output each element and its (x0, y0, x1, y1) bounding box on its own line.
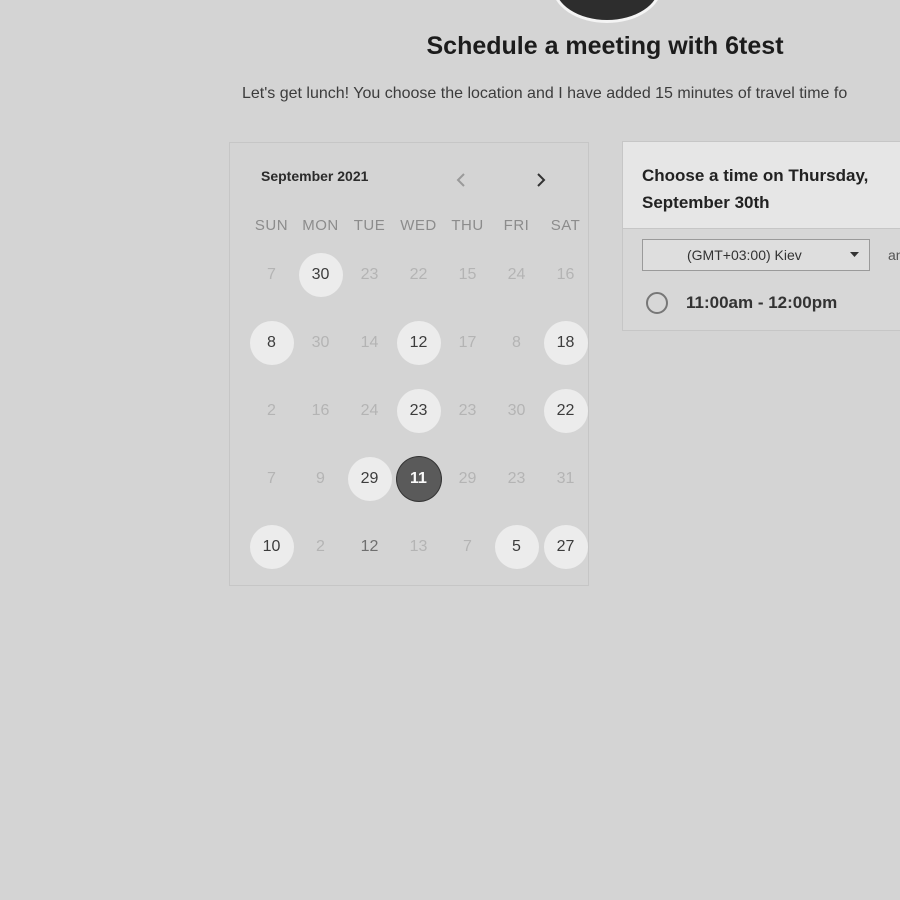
calendar-day-selected[interactable]: 11 (396, 457, 441, 501)
calendar-cell: 23 (443, 377, 492, 445)
page-title: Schedule a meeting with 6test (426, 32, 784, 60)
calendar-cell: 22 (541, 377, 590, 445)
calendar-day: 23 (507, 470, 526, 487)
calendar-day[interactable]: 23 (396, 389, 441, 433)
calendar-day: 15 (458, 266, 477, 283)
calendar-cell: 10 (247, 513, 296, 581)
calendar-cell: 29 (443, 445, 492, 513)
calendar-day: 23 (458, 402, 477, 419)
calendar-day: 30 (507, 402, 526, 419)
calendar-day[interactable]: 8 (249, 321, 294, 365)
calendar-cell: 31 (541, 445, 590, 513)
calendar-day: 30 (311, 334, 330, 351)
avatar (555, 0, 659, 20)
calendar-cell: 8 (247, 309, 296, 377)
calendar-day: 7 (267, 266, 276, 283)
calendar-day: 7 (267, 470, 276, 487)
calendar-cell: 9 (296, 445, 345, 513)
calendar-cell: 29 (345, 445, 394, 513)
calendar-month-label: September 2021 (261, 168, 369, 184)
calendar-day: 2 (316, 538, 325, 555)
weekday-header: SUN (254, 217, 289, 234)
calendar-day: 16 (311, 402, 330, 419)
weekday-header: SAT (550, 217, 581, 234)
calendar-grid: SUN MON TUE WED THU FRI SAT 7 30 23 22 15 24 16 8 30 14 1… (247, 211, 590, 581)
calendar-day[interactable]: 22 (543, 389, 588, 433)
scheduling-page: Schedule a meeting with 6test Let's get … (0, 0, 900, 900)
calendar-day: 23 (360, 266, 379, 283)
calendar-day: 22 (409, 266, 428, 283)
calendar-cell: 12 (345, 513, 394, 581)
calendar-day: 24 (360, 402, 379, 419)
calendar-day: 17 (458, 334, 477, 351)
time-panel-title: Choose a time on Thursday, September 30t… (642, 166, 869, 212)
calendar-day: 8 (512, 334, 521, 351)
calendar-cell: 22 (394, 241, 443, 309)
calendar-day: 24 (507, 266, 526, 283)
calendar-cell: 30 (492, 377, 541, 445)
time-slot[interactable]: 11:00am - 12:00pm (646, 292, 837, 314)
timezone-value: (GMT+03:00) Kiev (687, 247, 802, 263)
calendar-cell: 13 (394, 513, 443, 581)
calendar-cell: 5 (492, 513, 541, 581)
chevron-right-icon (537, 173, 546, 187)
calendar-cell: 24 (345, 377, 394, 445)
chevron-left-icon (456, 173, 465, 187)
weekday-header: WED (400, 217, 437, 234)
calendar-day[interactable]: 5 (494, 525, 539, 569)
calendar-day[interactable]: 27 (543, 525, 588, 569)
calendar-day: 2 (267, 402, 276, 419)
calendar-cell: 12 (394, 309, 443, 377)
calendar-cell: 30 (296, 309, 345, 377)
calendar-cell: 16 (296, 377, 345, 445)
calendar-cell: 16 (541, 241, 590, 309)
time-panel: Choose a time on Thursday, September 30t… (622, 141, 900, 331)
calendar-cell: 30 (296, 241, 345, 309)
calendar-day: 16 (556, 266, 575, 283)
calendar-day[interactable]: 30 (298, 253, 343, 297)
weekday-header: TUE (353, 217, 386, 234)
weekday-header: THU (451, 217, 484, 234)
calendar-cell: 7 (247, 445, 296, 513)
calendar-cell: 11 (394, 445, 443, 513)
calendar-day: 7 (463, 538, 472, 555)
calendar-day: 9 (316, 470, 325, 487)
calendar-day: 31 (556, 470, 575, 487)
timezone-extra-text: an (888, 247, 900, 263)
next-month-button[interactable] (529, 168, 553, 192)
calendar-day[interactable]: 10 (249, 525, 294, 569)
page-subtitle: Let's get lunch! You choose the location… (242, 85, 848, 102)
time-slot-label: 11:00am - 12:00pm (686, 293, 838, 312)
calendar-day: 12 (360, 538, 379, 555)
previous-month-button[interactable] (449, 168, 473, 192)
calendar-cell: 7 (247, 241, 296, 309)
calendar-day: 14 (360, 334, 379, 351)
calendar-cell: 24 (492, 241, 541, 309)
calendar-cell: 2 (247, 377, 296, 445)
time-slot-radio[interactable] (646, 292, 668, 314)
calendar-cell: 8 (492, 309, 541, 377)
calendar-cell: 7 (443, 513, 492, 581)
calendar-day[interactable]: 12 (396, 321, 441, 365)
calendar-day[interactable]: 29 (347, 457, 392, 501)
calendar-cell: 2 (296, 513, 345, 581)
weekday-header: MON (302, 217, 339, 234)
calendar-cell: 15 (443, 241, 492, 309)
calendar-day: 29 (458, 470, 477, 487)
calendar-day[interactable]: 18 (543, 321, 588, 365)
calendar-cell: 23 (394, 377, 443, 445)
time-panel-header: Choose a time on Thursday, September 30t… (623, 142, 900, 229)
calendar-cell: 23 (345, 241, 394, 309)
weekday-header: FRI (503, 217, 530, 234)
timezone-select[interactable]: (GMT+03:00) Kiev (642, 239, 870, 271)
calendar-cell: 23 (492, 445, 541, 513)
calendar-cell: 18 (541, 309, 590, 377)
calendar: September 2021 SUN MON TUE WED THU FRI SAT 7 30 2… (229, 142, 589, 586)
calendar-cell: 27 (541, 513, 590, 581)
caret-down-icon (850, 252, 859, 257)
calendar-day: 13 (409, 538, 428, 555)
calendar-cell: 17 (443, 309, 492, 377)
calendar-cell: 14 (345, 309, 394, 377)
